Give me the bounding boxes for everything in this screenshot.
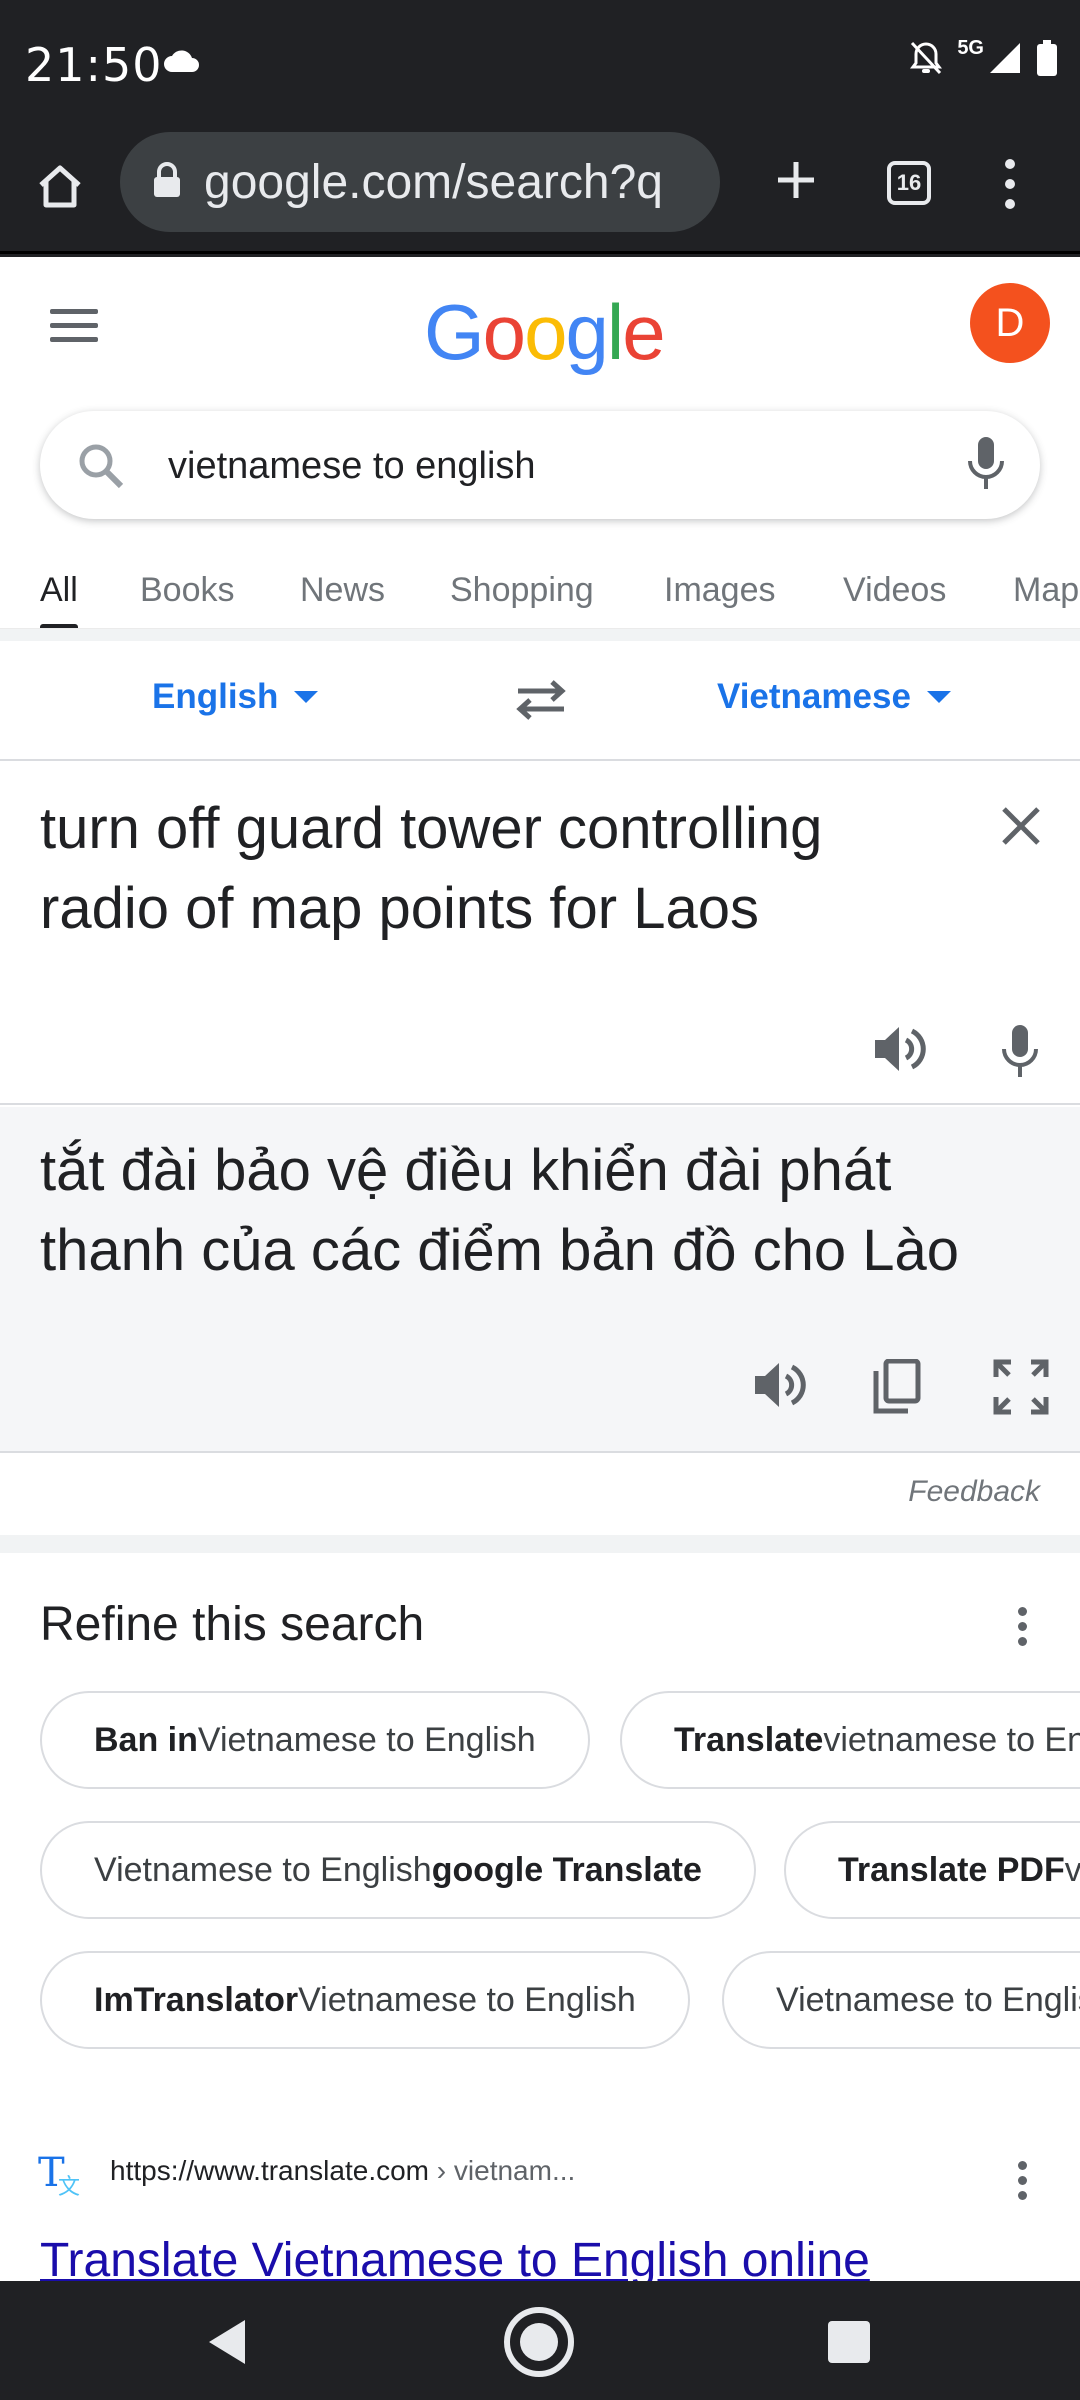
status-bar: 21:50 5G [0,0,1080,128]
tab-news[interactable]: News [300,571,385,628]
logo-letter: o [482,288,526,376]
search-icon [76,441,126,496]
chevron-down-icon [294,691,319,703]
divider [0,1535,1080,1553]
close-icon[interactable] [1000,805,1042,852]
translation-output-area: tắt đài bảo vệ điều khiển đài phát thanh… [0,1107,1080,1453]
mic-icon[interactable] [966,435,1006,496]
search-input[interactable]: vietnamese to english [40,411,1040,519]
refine-chip[interactable]: ImTranslator Vietnamese to English [40,1951,690,2049]
chevron-down-icon [926,691,951,703]
logo-letter: o [524,288,567,376]
target-language-select[interactable]: Vietnamese [717,677,951,717]
back-icon[interactable] [205,2317,249,2372]
source-text-area[interactable]: turn off guard tower controlling radio o… [0,761,1080,1105]
refine-chip[interactable]: Vietnamese to English [722,1951,1080,2049]
speaker-icon[interactable] [872,1023,926,1080]
refine-chip[interactable]: Vietnamese to English google Translate [40,1821,756,1919]
tab-switcher-button[interactable]: 16 [887,161,931,205]
url-text: google.com/search?q [204,155,663,209]
speaker-icon[interactable] [752,1359,806,1416]
feedback-link[interactable]: Feedback [908,1475,1040,1509]
source-language-label: English [152,677,279,716]
swap-languages-icon[interactable] [514,677,568,726]
status-icons: 5G [909,37,1058,81]
status-time: 21:50 [25,38,163,92]
source-text: turn off guard tower controlling radio o… [40,796,823,941]
feedback-row: Feedback [0,1455,1080,1535]
tab-images[interactable]: Images [664,571,776,628]
source-language-select[interactable]: English [152,677,319,717]
result-breadcrumb: › vietnam... [429,2155,576,2186]
cloud-icon [162,48,200,79]
refine-chip[interactable]: Ban in Vietnamese to English [40,1691,590,1789]
logo-letter: e [622,288,665,376]
result-domain: https://www.translate.com [110,2155,430,2186]
address-bar[interactable]: google.com/search?q [120,132,720,232]
logo-letter: l [606,288,624,376]
copy-icon[interactable] [872,1358,922,1420]
signal-icon [988,41,1022,80]
home-icon[interactable] [28,154,92,218]
battery-icon [1036,40,1058,81]
tab-videos[interactable]: Videos [843,571,946,628]
result-title-link[interactable]: Translate Vietnamese to English online [40,2233,870,2281]
search-tabs: All Books News Shopping Images Videos Map [0,557,1080,629]
target-language-label: Vietnamese [717,677,911,716]
mic-icon[interactable] [998,1023,1042,1084]
refine-chip[interactable]: Translate PDF vietnamese [784,1821,1080,1919]
lock-icon [152,161,182,203]
result-url[interactable]: https://www.translate.com › vietnam... [110,2155,575,2187]
more-vert-icon[interactable] [992,154,1028,214]
recents-icon[interactable] [828,2321,870,2363]
search-query: vietnamese to english [168,445,536,487]
svg-text:文: 文 [58,2175,80,2198]
translate-language-row: English Vietnamese [0,641,1080,761]
tab-map[interactable]: Map [1013,571,1079,628]
browser-toolbar: google.com/search?q 16 [0,128,1080,254]
home-nav-icon[interactable] [502,2305,576,2384]
refine-chip[interactable]: Translate vietnamese to English [620,1691,1080,1789]
plus-icon[interactable] [766,150,826,210]
divider [0,629,1080,641]
more-vert-icon[interactable] [1018,2161,1032,2205]
avatar[interactable]: D [970,283,1050,363]
logo-letter: g [565,288,608,376]
translate-site-icon: T文 [38,2148,88,2203]
page-content: Google D vietnamese to english All Books N… [0,257,1080,2281]
logo-letter: G [424,288,485,376]
system-nav-bar [0,2281,1080,2400]
more-vert-icon[interactable] [1018,1607,1032,1651]
google-header: Google D [0,257,1080,397]
refine-title: Refine this search [40,1598,425,1651]
tab-shopping[interactable]: Shopping [450,571,594,628]
tab-all[interactable]: All [40,571,78,628]
tab-books[interactable]: Books [140,571,235,628]
translation-text: tắt đài bảo vệ điều khiển đài phát thanh… [40,1138,959,1283]
fullscreen-icon[interactable] [993,1359,1049,1420]
network-label: 5G [957,37,984,59]
bell-off-icon [909,40,943,81]
google-logo[interactable]: Google [424,287,666,378]
menu-icon[interactable] [50,309,98,345]
